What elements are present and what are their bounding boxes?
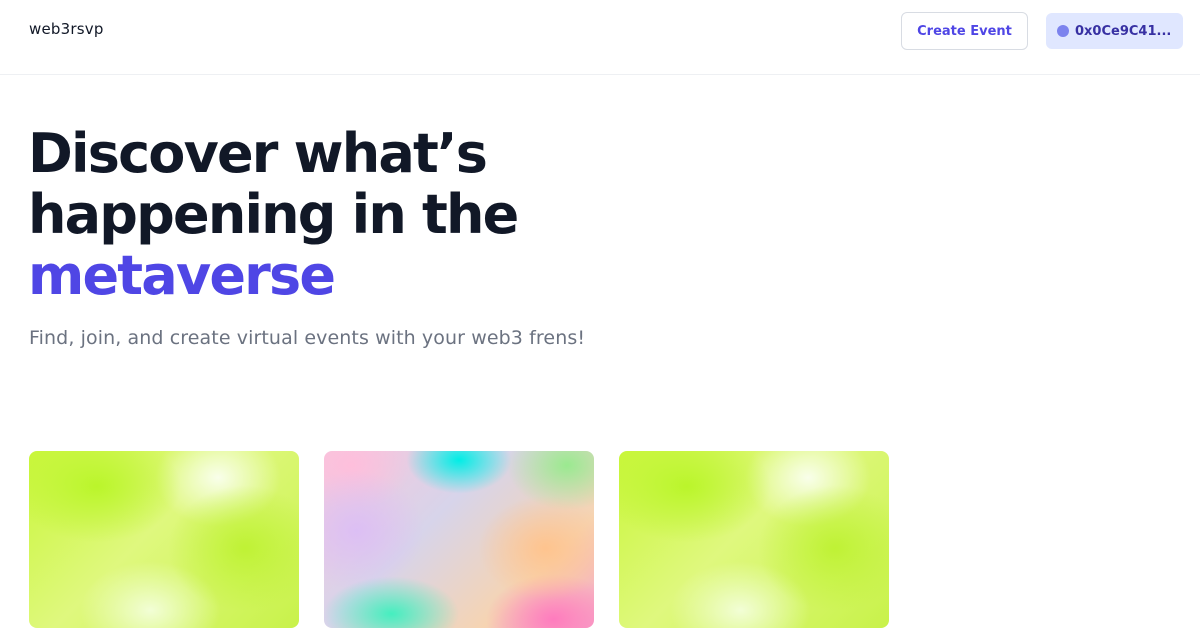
wallet-address-button[interactable]: 0x0Ce9C41... — [1046, 13, 1183, 49]
top-navbar: web3rsvp Create Event 0x0Ce9C41... — [0, 0, 1200, 75]
hero-title-line-1: Discover what’s — [28, 122, 488, 185]
hero-title-line-2: happening in the — [28, 183, 519, 246]
hero-subtitle: Find, join, and create virtual events wi… — [29, 327, 586, 349]
brand-logo-link[interactable]: web3rsvp — [29, 20, 104, 38]
event-card-image[interactable] — [619, 451, 889, 628]
create-event-button[interactable]: Create Event — [901, 12, 1028, 50]
hero-title-accent: metaverse — [28, 244, 336, 307]
hero-title: Discover what’s happening in the metaver… — [28, 123, 728, 306]
wallet-address-label: 0x0Ce9C41... — [1075, 23, 1172, 39]
event-card-image[interactable] — [29, 451, 299, 628]
wallet-status-dot-icon — [1057, 25, 1069, 37]
event-card-image[interactable] — [324, 451, 594, 628]
